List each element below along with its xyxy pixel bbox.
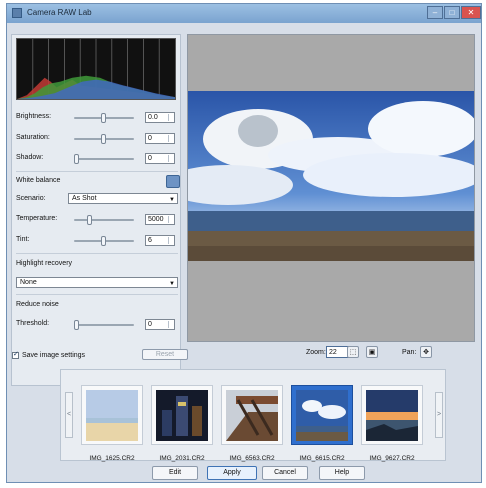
tint-value: 6 bbox=[148, 237, 152, 244]
thumbnail-label: IMG_6615.CR2 bbox=[299, 455, 345, 462]
filmstrip: < > IMG_1625.CR2 IMG_2031.CR2 IMG_6563.C… bbox=[60, 369, 446, 462]
image-preview[interactable] bbox=[187, 34, 475, 342]
actual-size-icon[interactable]: ▣ bbox=[366, 346, 378, 358]
zoom-label: Zoom: bbox=[306, 349, 326, 356]
threshold-value-input[interactable]: 0 bbox=[145, 319, 175, 330]
tint-value-input[interactable]: 6 bbox=[145, 235, 175, 246]
reduce-noise-heading: Reduce noise bbox=[16, 301, 59, 308]
highlight-recovery-value: None bbox=[20, 279, 37, 286]
filmstrip-next-button[interactable]: > bbox=[435, 392, 443, 438]
white-balance-picker-button[interactable] bbox=[166, 175, 180, 188]
scenario-label: Scenario: bbox=[16, 195, 46, 202]
brightness-label: Brightness: bbox=[16, 113, 52, 120]
thumbnail-image bbox=[86, 390, 138, 441]
thumbnail-image bbox=[296, 390, 348, 441]
thumbnail-img-6615[interactable] bbox=[291, 385, 353, 445]
thumbnail-image bbox=[156, 390, 208, 441]
shadow-slider-thumb[interactable] bbox=[74, 154, 79, 164]
tint-row: Tint: 6 bbox=[16, 234, 178, 248]
filmstrip-prev-button[interactable]: < bbox=[65, 392, 73, 438]
maximize-button[interactable]: □ bbox=[444, 6, 460, 19]
temperature-row: Temperature: 5000 bbox=[16, 213, 178, 227]
threshold-slider[interactable] bbox=[74, 324, 134, 326]
shadow-slider[interactable] bbox=[74, 158, 134, 160]
brightness-row: Brightness: 0.0 bbox=[16, 111, 178, 125]
divider bbox=[16, 171, 178, 172]
threshold-label: Threshold: bbox=[16, 320, 50, 327]
apply-button[interactable]: Apply bbox=[207, 466, 257, 480]
window-title: Camera RAW Lab bbox=[27, 8, 92, 17]
pan-icon[interactable]: ✥ bbox=[420, 346, 432, 358]
shadow-value-input[interactable]: 0 bbox=[145, 153, 175, 164]
histogram bbox=[16, 38, 176, 100]
shadow-spinner[interactable] bbox=[168, 155, 173, 162]
adjustments-panel: Brightness: 0.0 Saturation: 0 Shadow: 0 … bbox=[11, 34, 181, 386]
brightness-slider-thumb[interactable] bbox=[101, 113, 106, 123]
fit-to-window-icon[interactable]: ⬚ bbox=[347, 346, 359, 358]
scenario-row: Scenario: As Shot ▼ bbox=[16, 193, 178, 207]
temperature-value: 5000 bbox=[148, 216, 164, 223]
temperature-value-input[interactable]: 5000 bbox=[145, 214, 175, 225]
help-button[interactable]: Help bbox=[319, 466, 365, 480]
threshold-slider-thumb[interactable] bbox=[74, 320, 79, 330]
scenario-value: As Shot bbox=[72, 195, 97, 202]
saturation-spinner[interactable] bbox=[168, 135, 173, 142]
title-bar[interactable]: Camera RAW Lab – □ ✕ bbox=[7, 4, 481, 23]
brightness-value-input[interactable]: 0.0 bbox=[145, 112, 175, 123]
chevron-down-icon: ▼ bbox=[169, 281, 175, 287]
saturation-slider-thumb[interactable] bbox=[101, 134, 106, 144]
temperature-spinner[interactable] bbox=[168, 216, 173, 223]
divider bbox=[16, 294, 178, 295]
thumbnail-image bbox=[226, 390, 278, 441]
edit-button[interactable]: Edit bbox=[152, 466, 198, 480]
white-balance-heading: White balance bbox=[16, 177, 61, 184]
pan-label: Pan: bbox=[402, 349, 417, 356]
thumbnail-img-9627[interactable] bbox=[361, 385, 423, 445]
saturation-value-input[interactable]: 0 bbox=[145, 133, 175, 144]
thumbnail-label: IMG_9627.CR2 bbox=[369, 455, 415, 462]
thumbnail-img-1625[interactable] bbox=[81, 385, 143, 445]
threshold-spinner[interactable] bbox=[168, 321, 173, 328]
threshold-row: Threshold: 0 bbox=[16, 318, 178, 332]
saturation-label: Saturation: bbox=[16, 134, 50, 141]
thumbnail-label: IMG_2031.CR2 bbox=[159, 455, 205, 462]
thumbnail-img-2031[interactable] bbox=[151, 385, 213, 445]
shadow-label: Shadow: bbox=[16, 154, 44, 161]
highlight-recovery-heading: Highlight recovery bbox=[16, 260, 73, 267]
temperature-slider[interactable] bbox=[74, 219, 134, 221]
chevron-down-icon: ▼ bbox=[169, 197, 175, 203]
highlight-recovery-dropdown[interactable]: None ▼ bbox=[16, 277, 178, 288]
threshold-value: 0 bbox=[148, 321, 152, 328]
app-icon bbox=[12, 8, 22, 18]
tint-slider-thumb[interactable] bbox=[101, 236, 106, 246]
brightness-spinner[interactable] bbox=[168, 114, 173, 121]
shadow-row: Shadow: 0 bbox=[16, 152, 178, 166]
cancel-button[interactable]: Cancel bbox=[262, 466, 308, 480]
save-settings-checkbox[interactable] bbox=[12, 350, 19, 359]
save-settings-label: Save image settings bbox=[22, 352, 86, 359]
tint-spinner[interactable] bbox=[168, 237, 173, 244]
thumbnail-label: IMG_1625.CR2 bbox=[89, 455, 135, 462]
shadow-value: 0 bbox=[148, 155, 152, 162]
reset-button[interactable]: Reset bbox=[142, 349, 188, 360]
saturation-value: 0 bbox=[148, 135, 152, 142]
preview-photo bbox=[188, 35, 474, 341]
minimize-button[interactable]: – bbox=[427, 6, 443, 19]
divider bbox=[16, 253, 178, 254]
thumbnail-image bbox=[366, 390, 418, 441]
zoom-value: 22 bbox=[329, 349, 337, 356]
brightness-value: 0.0 bbox=[148, 114, 158, 121]
save-settings-row[interactable]: Save image settings bbox=[12, 350, 86, 359]
temperature-label: Temperature: bbox=[16, 215, 58, 222]
temperature-slider-thumb[interactable] bbox=[87, 215, 92, 225]
thumbnail-label: IMG_6563.CR2 bbox=[229, 455, 275, 462]
scenario-dropdown[interactable]: As Shot ▼ bbox=[68, 193, 178, 204]
tint-label: Tint: bbox=[16, 236, 30, 243]
thumbnail-img-6563[interactable] bbox=[221, 385, 283, 445]
saturation-row: Saturation: 0 bbox=[16, 132, 178, 146]
close-button[interactable]: ✕ bbox=[461, 6, 481, 19]
